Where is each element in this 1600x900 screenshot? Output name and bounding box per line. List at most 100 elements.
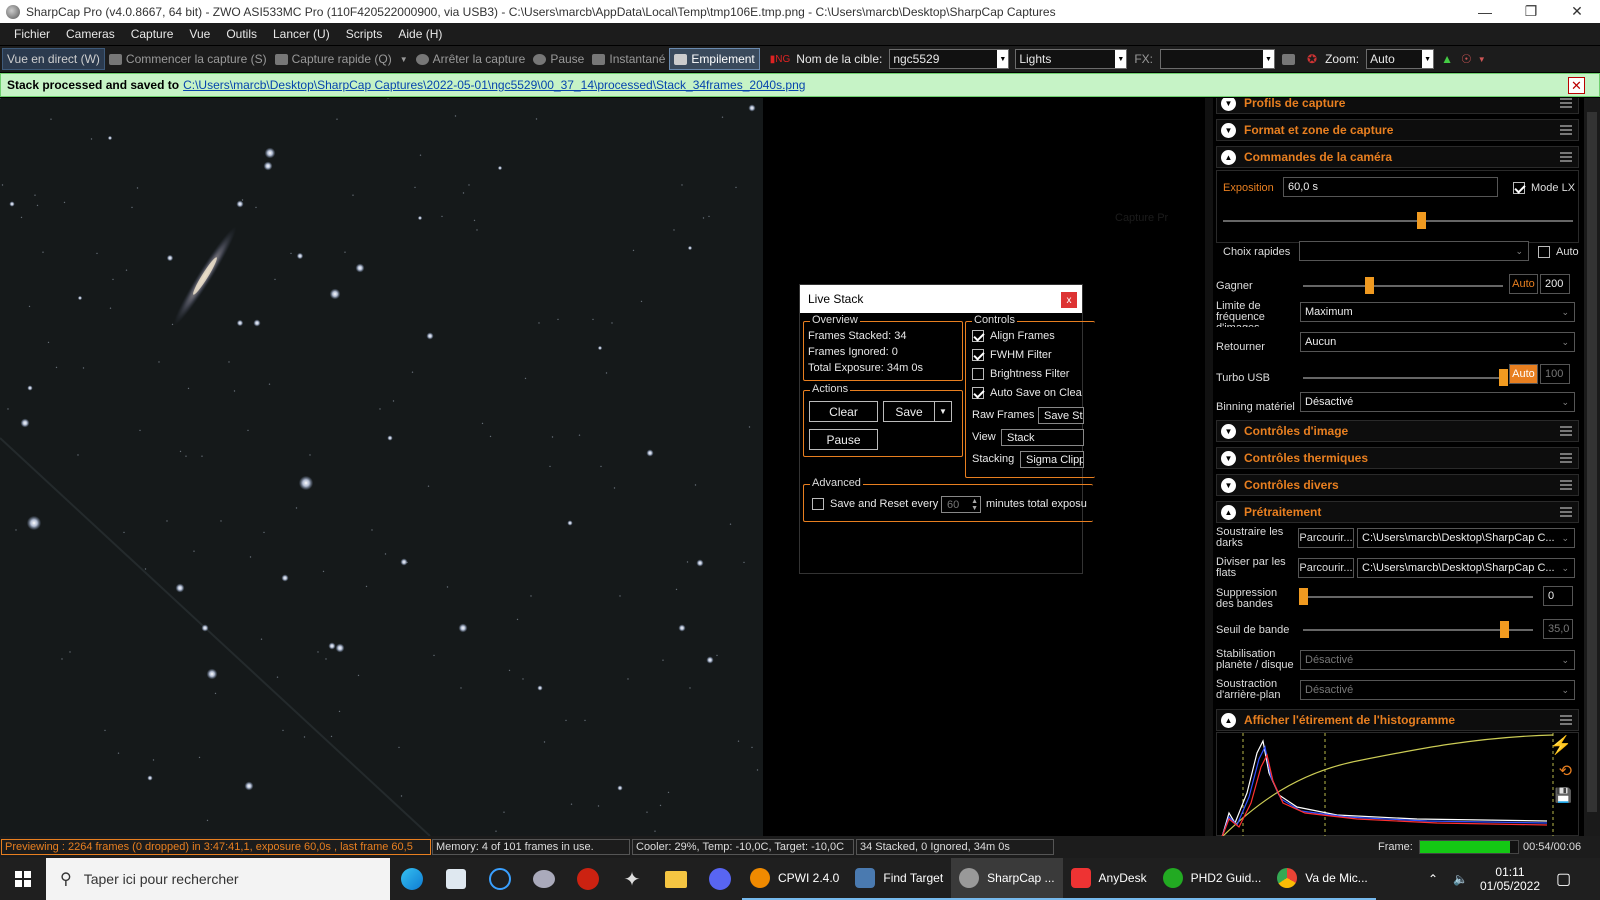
turbo-slider-thumb[interactable] (1499, 369, 1508, 386)
live-stack-close-button[interactable]: x (1061, 292, 1077, 308)
stabilisation-select[interactable]: Désactivé ⌄ (1300, 650, 1575, 670)
chevron-down-icon[interactable]: ▼ (1221, 423, 1236, 439)
banding-slider-track[interactable] (1303, 596, 1533, 598)
brightness-filter-checkbox[interactable]: Brightness Filter (972, 368, 1069, 380)
taskbar-app-find-target[interactable]: Find Target (847, 858, 952, 900)
menu-capture[interactable]: Capture (123, 27, 182, 41)
histogram-display[interactable]: ⚡ ⟲ 💾 (1216, 732, 1579, 836)
flats-browse-button[interactable]: Parcourir... (1298, 558, 1354, 578)
mode-lx-checkbox[interactable]: Mode LX (1513, 182, 1575, 194)
darks-browse-button[interactable]: Parcourir... (1298, 528, 1354, 548)
save-button[interactable]: Save (883, 401, 935, 422)
menu-lancer[interactable]: Lancer (U) (265, 27, 338, 41)
raw-frames-select[interactable]: Save St (1038, 407, 1084, 424)
app-icon-4[interactable] (522, 858, 566, 900)
section-camera-controls[interactable]: ▲ Commandes de la caméra (1216, 146, 1579, 168)
stacking-button[interactable]: Empilement (669, 48, 760, 70)
notification-link[interactable]: C:\Users\marcb\Desktop\SharpCap Captures… (183, 78, 805, 92)
menu-handle-icon[interactable] (1560, 453, 1572, 463)
histogram-button[interactable]: ▲ (1437, 48, 1457, 70)
menu-vue[interactable]: Vue (181, 27, 218, 41)
flats-path-select[interactable]: C:\Users\marcb\Desktop\SharpCap C... ⌄ (1357, 558, 1575, 578)
target-name-input[interactable]: ngc5529 ▼ (889, 49, 1010, 69)
chevron-down-icon[interactable]: ⌄ (1561, 397, 1569, 408)
chevron-down-icon[interactable]: ⌄ (1561, 533, 1569, 544)
framerate-select[interactable]: Maximum ⌄ (1300, 302, 1575, 322)
chevron-down-icon[interactable]: ▼ (1221, 477, 1236, 493)
file-explorer-icon[interactable] (654, 858, 698, 900)
banding-slider-thumb[interactable] (1299, 588, 1308, 605)
edge-icon[interactable] (390, 858, 434, 900)
taskbar-search[interactable]: ⚲ Taper ici pour rechercher (46, 858, 390, 900)
menu-handle-icon[interactable] (1560, 125, 1572, 135)
menu-fichier[interactable]: Fichier (6, 27, 58, 41)
section-image-controls[interactable]: ▼ Contrôles d'image (1216, 420, 1579, 442)
chevron-down-icon[interactable]: ▼ (1422, 50, 1434, 68)
discord-icon[interactable] (698, 858, 742, 900)
pause-button[interactable]: Pause (529, 48, 588, 70)
stop-capture-button[interactable]: Arrêter la capture (412, 48, 530, 70)
chevron-down-icon[interactable]: ▼ (997, 50, 1009, 68)
section-misc-controls[interactable]: ▼ Contrôles divers (1216, 474, 1579, 496)
chevron-down-icon[interactable]: ▼ (1221, 122, 1236, 138)
chevron-down-icon[interactable]: ▼ (400, 55, 408, 64)
exposure-slider-track[interactable] (1223, 220, 1573, 222)
save-icon[interactable]: 💾 (1555, 787, 1572, 804)
quick-choice-auto-checkbox[interactable]: Auto (1538, 246, 1579, 258)
binning-select[interactable]: Désactivé ⌄ (1300, 392, 1575, 412)
section-thermal-controls[interactable]: ▼ Contrôles thermiques (1216, 447, 1579, 469)
live-view-button[interactable]: Vue en direct (W) (2, 48, 105, 70)
flip-select[interactable]: Aucun ⌄ (1300, 332, 1575, 352)
chevron-down-icon[interactable]: ▼ (1221, 450, 1236, 466)
auto-save-checkbox[interactable]: Auto Save on Clea (972, 387, 1082, 399)
taskbar-app-phd2[interactable]: PHD2 Guid... (1154, 858, 1270, 900)
chevron-down-icon[interactable]: ▼ (1263, 50, 1274, 68)
exposure-input[interactable]: 60,0 s (1283, 177, 1498, 197)
section-capture-profiles[interactable]: ▼ Profils de capture (1216, 98, 1579, 114)
close-window-button[interactable]: ✕ (1554, 0, 1600, 23)
pause-stack-button[interactable]: Pause (809, 429, 878, 450)
chevron-down-icon[interactable]: ▼ (1115, 50, 1127, 68)
band-threshold-input[interactable]: 35,0 (1543, 619, 1573, 639)
turbo-slider-track[interactable] (1303, 377, 1503, 379)
stacking-select[interactable]: Sigma Clipp (1020, 451, 1084, 468)
section-preprocessing[interactable]: ▲ Prétraitement (1216, 501, 1579, 523)
zoom-select[interactable]: Auto ▼ (1366, 49, 1435, 69)
crosshair-button[interactable]: ✪ (1303, 48, 1321, 70)
band-threshold-slider-thumb[interactable] (1500, 621, 1510, 638)
taskbar-app-anydesk[interactable]: AnyDesk (1062, 858, 1155, 900)
taskbar-app-sharpcap[interactable]: SharpCap ... (951, 858, 1063, 900)
save-reset-checkbox[interactable]: Save and Reset every (812, 498, 938, 510)
menu-handle-icon[interactable] (1560, 426, 1572, 436)
chevron-down-icon[interactable]: ⌄ (1561, 655, 1569, 666)
clear-button[interactable]: Clear (809, 401, 878, 422)
menu-handle-icon[interactable] (1560, 715, 1572, 725)
chevron-up-icon[interactable]: ▲ (1221, 712, 1236, 728)
chevron-down-icon[interactable]: ▼ (1478, 55, 1486, 64)
chevron-up-icon[interactable]: ▲ (1221, 149, 1236, 165)
menu-handle-icon[interactable] (1560, 152, 1572, 162)
chevron-down-icon[interactable]: ⌄ (1515, 246, 1523, 257)
band-threshold-slider-track[interactable] (1303, 629, 1533, 631)
minimize-button[interactable]: — (1462, 0, 1508, 23)
fwhm-filter-checkbox[interactable]: FWHM Filter (972, 349, 1052, 361)
stepper-arrows-icon[interactable]: ▲ ▼ (971, 498, 978, 512)
menu-handle-icon[interactable] (1560, 98, 1572, 108)
reticle-button[interactable]: ☉ ▼ (1457, 48, 1490, 70)
quick-capture-button[interactable]: Capture rapide (Q) ▼ (271, 48, 412, 70)
gain-slider-thumb[interactable] (1365, 277, 1374, 294)
chevron-down-icon[interactable]: ⌄ (1561, 563, 1569, 574)
banding-input[interactable]: 0 (1543, 586, 1573, 606)
exposure-slider-thumb[interactable] (1417, 212, 1426, 229)
reset-icon[interactable]: ⟲ (1559, 761, 1572, 781)
quick-choice-select[interactable]: ⌄ (1299, 241, 1529, 261)
maximize-button[interactable]: ❐ (1508, 0, 1554, 23)
tray-chevron-icon[interactable]: ⌃ (1428, 858, 1438, 900)
clock[interactable]: 01:11 01/05/2022 (1478, 858, 1542, 900)
chevron-down-icon[interactable]: ⌄ (1561, 307, 1569, 318)
scrollbar-thumb[interactable] (1587, 112, 1597, 812)
start-capture-button[interactable]: Commencer la capture (S) (105, 48, 271, 70)
volume-icon[interactable]: 🔈 (1453, 858, 1468, 900)
app-icon-5[interactable] (566, 858, 610, 900)
view-select[interactable]: Stack (1001, 429, 1084, 446)
